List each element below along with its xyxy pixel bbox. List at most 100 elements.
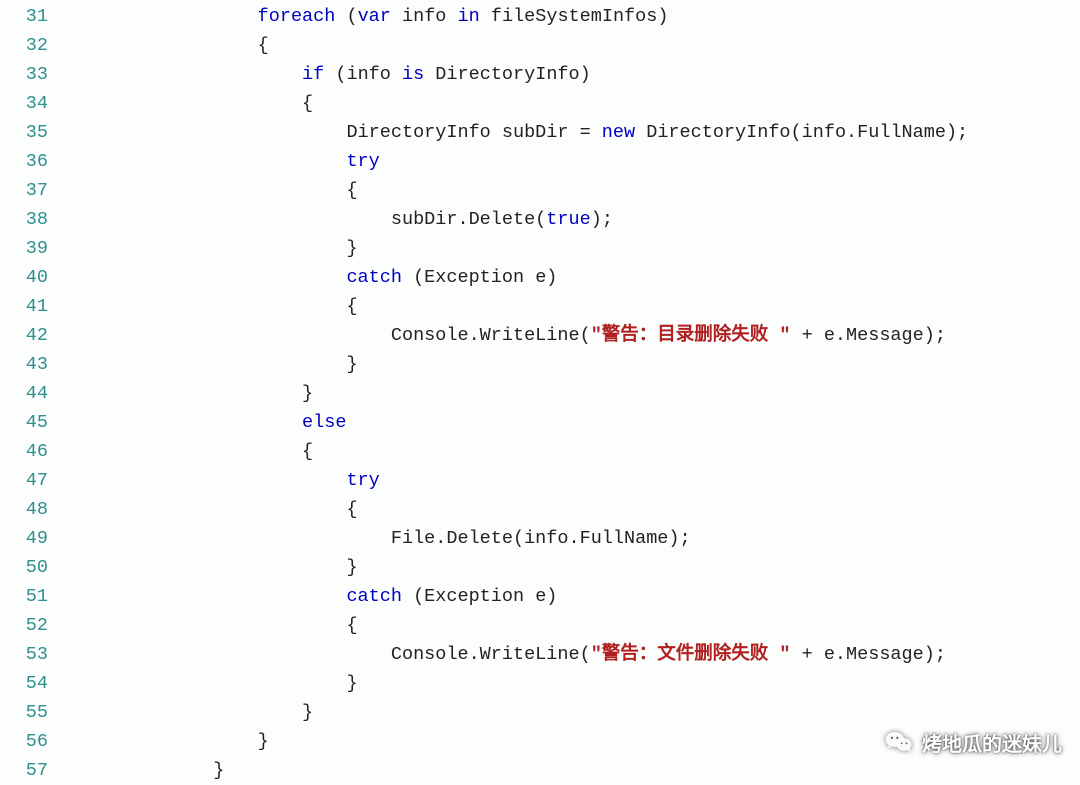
code-token: true: [546, 209, 590, 230]
code-line: 36 try: [0, 147, 1080, 176]
code-token: }: [302, 383, 313, 404]
code-token: }: [258, 731, 269, 752]
code-token: {: [346, 615, 357, 636]
code-content: {: [80, 31, 1080, 60]
code-content: }: [80, 379, 1080, 408]
code-token: {: [346, 499, 357, 520]
code-line: 49 File.Delete(info.FullName);: [0, 524, 1080, 553]
code-content: {: [80, 176, 1080, 205]
code-content: catch (Exception e): [80, 263, 1080, 292]
line-number: 53: [0, 640, 80, 669]
code-content: }: [80, 553, 1080, 582]
code-token: catch: [346, 267, 402, 288]
line-number: 37: [0, 176, 80, 205]
code-content: }: [80, 756, 1080, 785]
code-line: 53 Console.WriteLine("警告：文件删除失败 " + e.Me…: [0, 640, 1080, 669]
line-number: 51: [0, 582, 80, 611]
code-line: 40 catch (Exception e): [0, 263, 1080, 292]
code-block: 31 foreach (var info in fileSystemInfos)…: [0, 0, 1080, 785]
code-token: (Exception e): [402, 586, 557, 607]
code-content: }: [80, 698, 1080, 727]
code-token: {: [346, 296, 357, 317]
line-number: 43: [0, 350, 80, 379]
code-token: }: [346, 673, 357, 694]
code-line: 34 {: [0, 89, 1080, 118]
code-token: DirectoryInfo subDir =: [346, 122, 601, 143]
code-token: (info: [324, 64, 402, 85]
code-line: 45 else: [0, 408, 1080, 437]
watermark: 烤地瓜的迷妹儿: [884, 727, 1062, 757]
code-line: 37 {: [0, 176, 1080, 205]
line-number: 38: [0, 205, 80, 234]
code-line: 43 }: [0, 350, 1080, 379]
line-number: 54: [0, 669, 80, 698]
code-line: 51 catch (Exception e): [0, 582, 1080, 611]
code-token: }: [346, 354, 357, 375]
code-content: Console.WriteLine("警告：目录删除失败 " + e.Messa…: [80, 321, 1080, 350]
code-token: + e.Message);: [791, 325, 946, 346]
code-token: foreach: [258, 6, 336, 27]
code-token: catch: [346, 586, 402, 607]
code-content: subDir.Delete(true);: [80, 205, 1080, 234]
code-token: try: [346, 470, 379, 491]
line-number: 50: [0, 553, 80, 582]
code-token: in: [458, 6, 480, 27]
line-number: 45: [0, 408, 80, 437]
code-content: }: [80, 350, 1080, 379]
code-content: try: [80, 147, 1080, 176]
code-line: 39 }: [0, 234, 1080, 263]
code-content: {: [80, 89, 1080, 118]
code-line: 46 {: [0, 437, 1080, 466]
code-line: 32 {: [0, 31, 1080, 60]
code-line: 47 try: [0, 466, 1080, 495]
code-token: DirectoryInfo): [424, 64, 591, 85]
code-token: try: [346, 151, 379, 172]
line-number: 34: [0, 89, 80, 118]
code-token: (: [335, 6, 357, 27]
code-token: }: [213, 760, 224, 781]
code-token: {: [302, 441, 313, 462]
line-number: 35: [0, 118, 80, 147]
code-content: {: [80, 292, 1080, 321]
code-line: 52 {: [0, 611, 1080, 640]
code-line: 41 {: [0, 292, 1080, 321]
code-line: 54 }: [0, 669, 1080, 698]
line-number: 48: [0, 495, 80, 524]
code-line: 57 }: [0, 756, 1080, 785]
code-line: 35 DirectoryInfo subDir = new DirectoryI…: [0, 118, 1080, 147]
code-token: subDir.Delete(: [391, 209, 546, 230]
code-content: Console.WriteLine("警告：文件删除失败 " + e.Messa…: [80, 640, 1080, 669]
code-token: is: [402, 64, 424, 85]
code-content: }: [80, 669, 1080, 698]
code-token: if: [302, 64, 324, 85]
line-number: 40: [0, 263, 80, 292]
code-line: 48 {: [0, 495, 1080, 524]
code-token: File.Delete(info.FullName);: [391, 528, 691, 549]
code-line: 42 Console.WriteLine("警告：目录删除失败 " + e.Me…: [0, 321, 1080, 350]
code-token: }: [346, 557, 357, 578]
code-content: foreach (var info in fileSystemInfos): [80, 2, 1080, 31]
code-token: }: [346, 238, 357, 259]
code-token: Console.WriteLine(: [391, 644, 591, 665]
line-number: 46: [0, 437, 80, 466]
code-content: {: [80, 611, 1080, 640]
line-number: 49: [0, 524, 80, 553]
line-number: 42: [0, 321, 80, 350]
code-line: 44 }: [0, 379, 1080, 408]
code-line: 55 }: [0, 698, 1080, 727]
line-number: 55: [0, 698, 80, 727]
line-number: 57: [0, 756, 80, 785]
line-number: 47: [0, 466, 80, 495]
code-content: File.Delete(info.FullName);: [80, 524, 1080, 553]
code-token: "警告：文件删除失败 ": [591, 644, 791, 665]
code-token: else: [302, 412, 346, 433]
code-content: else: [80, 408, 1080, 437]
code-token: DirectoryInfo(info.FullName);: [635, 122, 968, 143]
code-token: + e.Message);: [791, 644, 946, 665]
code-content: catch (Exception e): [80, 582, 1080, 611]
code-token: }: [302, 702, 313, 723]
code-line: 50 }: [0, 553, 1080, 582]
code-token: Console.WriteLine(: [391, 325, 591, 346]
line-number: 32: [0, 31, 80, 60]
code-line: 31 foreach (var info in fileSystemInfos): [0, 2, 1080, 31]
